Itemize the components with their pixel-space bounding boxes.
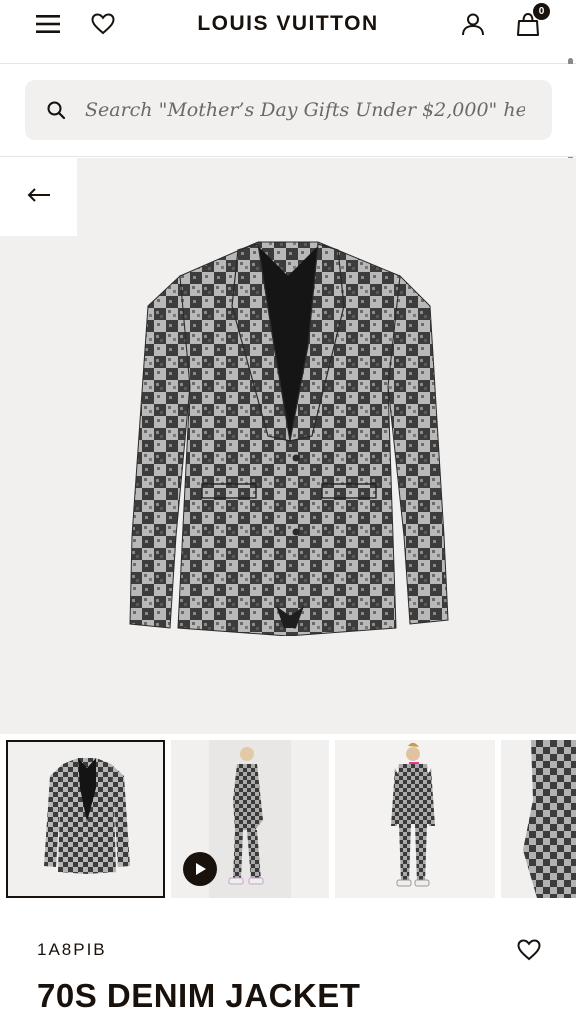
product-wishlist-heart-icon[interactable] xyxy=(515,936,543,964)
jacket-image xyxy=(129,241,449,636)
thumbnail-image xyxy=(501,740,576,898)
search-bar xyxy=(0,64,576,157)
shopping-bag-icon[interactable]: 0 xyxy=(514,3,550,38)
search-box[interactable] xyxy=(25,80,552,140)
search-icon xyxy=(45,99,67,121)
wishlist-heart-icon[interactable] xyxy=(89,10,117,38)
thumbnail-jacket-front[interactable] xyxy=(6,740,165,898)
brand-logo: LOUIS VUITTON xyxy=(0,10,576,38)
product-sku: 1A8PIB xyxy=(37,940,107,959)
brand-text[interactable]: LOUIS VUITTON xyxy=(197,12,378,35)
user-icon[interactable] xyxy=(459,10,487,38)
hamburger-menu-icon[interactable] xyxy=(34,10,62,38)
back-button[interactable] xyxy=(0,158,77,236)
site-header: LOUIS VUITTON 0 xyxy=(0,0,576,64)
play-icon[interactable] xyxy=(183,852,217,886)
thumbnail-jacket-closeup[interactable] xyxy=(501,740,576,898)
thumbnail-model-side[interactable] xyxy=(171,740,329,898)
thumbnail-image xyxy=(335,740,495,898)
thumbnail-model-front[interactable] xyxy=(335,740,495,898)
product-hero-image[interactable] xyxy=(0,158,576,734)
thumbnail-strip xyxy=(6,740,576,900)
thumbnail-image xyxy=(44,758,130,874)
search-input[interactable] xyxy=(85,99,525,121)
arrow-left-icon xyxy=(27,187,51,208)
bag-count-badge: 0 xyxy=(533,3,550,20)
product-title: 70S DENIM JACKET xyxy=(37,977,361,1014)
